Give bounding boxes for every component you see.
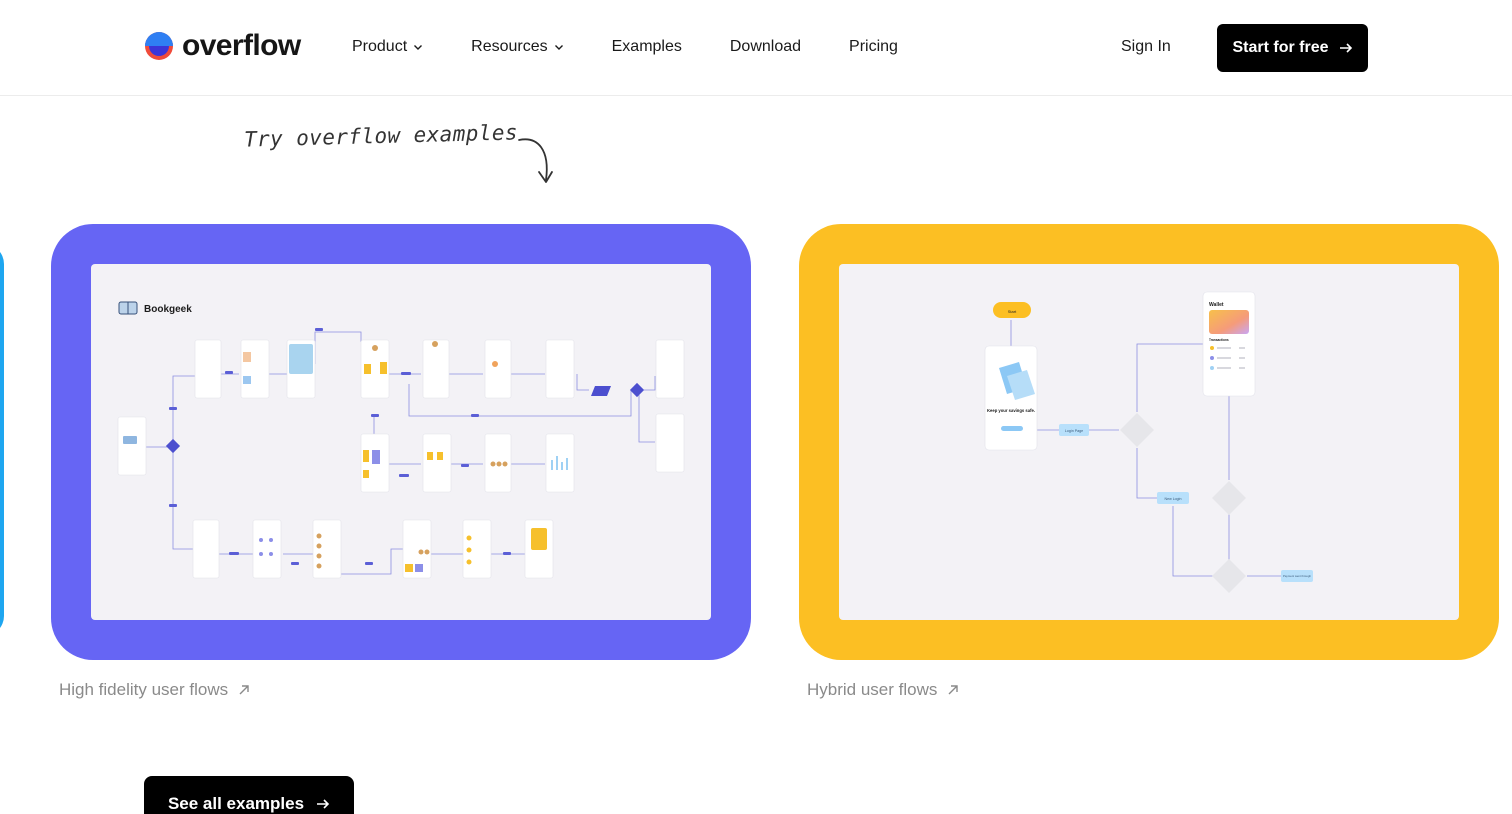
caption-hybrid: Hybrid user flows: [807, 680, 938, 699]
caption-hybrid-link[interactable]: Hybrid user flows: [807, 680, 959, 700]
arrow-up-right-icon: [948, 685, 959, 695]
start-for-free-label: Start for free: [1232, 39, 1329, 56]
see-all-examples-label: See all examples: [167, 794, 305, 813]
flow-diagram-preview: Bookgeek: [117, 301, 685, 579]
start-for-free-button[interactable]: Start for free: [1217, 24, 1368, 72]
mini-headline: Keep your savings safe.: [987, 408, 1035, 413]
nav-download-label: Download: [729, 38, 802, 55]
previous-example-card[interactable]: [0, 244, 4, 636]
login-page-node: Login Page: [1065, 429, 1083, 433]
example-card-hybrid[interactable]: Start Keep your savings safe. Login Page…: [799, 224, 1499, 660]
examples-callout: Try overflow examples: [243, 120, 519, 152]
see-all-examples-button[interactable]: See all examples: [144, 776, 354, 814]
example-preview-hybrid: Start Keep your savings safe. Login Page…: [839, 264, 1459, 620]
arrow-up-right-icon: [239, 685, 249, 695]
logo[interactable]: overflow: [144, 31, 301, 61]
caption-high-fidelity: High fidelity user flows: [59, 680, 229, 699]
nav-pricing-label: Pricing: [849, 38, 898, 55]
wallet-title: Wallet: [1209, 302, 1224, 308]
nav-resources-label: Resources: [471, 38, 548, 55]
logo-text: overflow: [182, 29, 301, 62]
site-header: overflow Product Resources Examples Down…: [0, 0, 1512, 96]
logo-icon: [145, 32, 173, 60]
chevron-down-icon: [414, 45, 423, 50]
nav-pricing[interactable]: Pricing: [849, 38, 898, 56]
nav-examples-label: Examples: [611, 38, 682, 55]
caption-high-fidelity-link[interactable]: High fidelity user flows: [59, 680, 250, 700]
arrow-right-icon: [317, 799, 330, 809]
nav-product[interactable]: Product: [352, 38, 423, 56]
sign-in-link[interactable]: Sign In: [1121, 38, 1171, 56]
board-title: Bookgeek: [144, 304, 192, 315]
transactions-title: Transactions: [1209, 338, 1229, 342]
hybrid-flow-preview: Start Keep your savings safe. Login Page…: [984, 291, 1313, 593]
example-card-high-fidelity[interactable]: Bookgeek: [51, 224, 751, 660]
nav-download[interactable]: Download: [730, 38, 801, 56]
payment-node: Payment went through: [1283, 574, 1311, 578]
new-login-node: New Login: [1165, 497, 1182, 501]
curved-arrow-icon: [518, 138, 553, 183]
main-nav: Product Resources Examples Download Pric…: [352, 38, 898, 56]
example-preview-high-fidelity: Bookgeek: [91, 264, 711, 620]
start-node: Start: [1008, 309, 1017, 314]
arrow-right-icon: [1339, 43, 1352, 53]
chevron-down-icon: [554, 45, 563, 50]
nav-resources[interactable]: Resources: [471, 38, 563, 56]
nav-product-label: Product: [352, 38, 408, 55]
nav-examples[interactable]: Examples: [612, 38, 682, 56]
